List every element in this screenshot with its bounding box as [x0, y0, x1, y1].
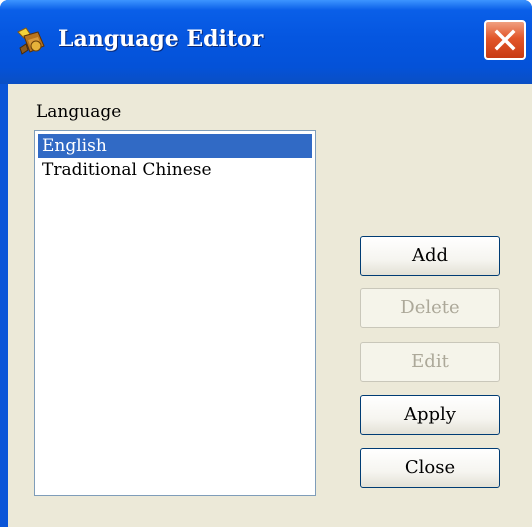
- dialog-body: Language English Traditional Chinese Add…: [8, 84, 532, 527]
- window-title: Language Editor: [58, 26, 264, 52]
- list-item-traditional-chinese[interactable]: Traditional Chinese: [38, 158, 312, 182]
- close-button[interactable]: Close: [360, 448, 500, 488]
- list-item-english[interactable]: English: [38, 134, 312, 158]
- language-editor-window: Language Editor Language English Traditi…: [0, 0, 532, 527]
- add-button[interactable]: Add: [360, 236, 500, 276]
- window-close-button[interactable]: [484, 20, 526, 60]
- language-editor-icon: [17, 27, 45, 55]
- delete-button[interactable]: Delete: [360, 288, 500, 328]
- edit-button[interactable]: Edit: [360, 342, 500, 382]
- apply-button[interactable]: Apply: [360, 395, 500, 435]
- close-icon: [494, 29, 516, 51]
- title-bar[interactable]: Language Editor: [0, 0, 532, 84]
- language-list[interactable]: English Traditional Chinese: [34, 130, 316, 496]
- language-label: Language: [36, 102, 122, 122]
